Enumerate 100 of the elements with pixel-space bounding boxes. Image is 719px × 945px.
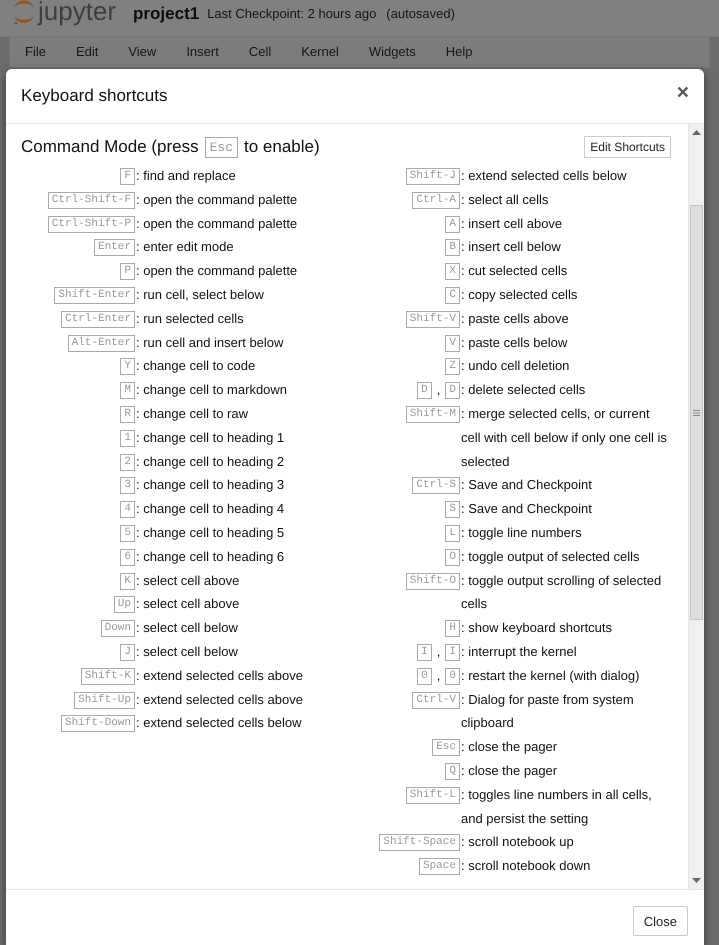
shortcut-description: : toggles line numbers in all cells, and persist the setting (461, 786, 652, 826)
shortcut-description: : interrupt the kernel (461, 644, 577, 659)
key-badge: Q (445, 762, 460, 780)
shortcut-description: : open the command palette (136, 192, 298, 207)
shortcut-description: : scroll notebook down (461, 858, 590, 874)
section-heading: Command Mode (press (21, 137, 199, 157)
shortcut-description: : change cell to heading 5 (136, 524, 284, 540)
key-badge: Shift-K (80, 668, 135, 685)
shortcut-description: : extend selected cells above (136, 692, 303, 707)
menu-item[interactable]: Kernel (286, 43, 354, 61)
shortcut-description: : enter edit mode (136, 239, 234, 254)
key-badge: Shift-O (406, 572, 460, 590)
key-separator: , (436, 668, 440, 683)
key-badge: Z (445, 358, 460, 376)
shortcut-description: : copy selected cells (461, 286, 578, 302)
key-badge: Ctrl-Enter (60, 310, 135, 328)
shortcut-description: : change cell to heading 3 (136, 477, 284, 492)
key-badge: P (120, 263, 135, 280)
key-badge: L (445, 525, 460, 542)
key-badge: Shift-J (406, 168, 460, 186)
key-badge: Esc (432, 739, 460, 756)
key-badge: B (445, 239, 460, 256)
key-badge: 0 (445, 668, 460, 685)
key-separator: , (436, 644, 440, 659)
menu-item[interactable]: Help (430, 43, 488, 61)
menu-item[interactable]: Edit (60, 43, 114, 61)
key-badge: D (445, 382, 460, 400)
shortcut-description: : delete selected cells (461, 382, 586, 398)
shortcut-description: : change cell to raw (136, 406, 248, 421)
shortcut-description: : undo cell deletion (461, 358, 570, 374)
key-badge: 6 (120, 548, 135, 566)
shortcut-description: : toggle output scrolling of selected cells (461, 572, 662, 612)
key-badge: I (417, 644, 432, 661)
shortcut-description: : merge selected cells, or current cell with cell below if only one cell is selected (461, 406, 667, 469)
shortcut-description: : cut selected cells (461, 263, 568, 278)
key-badge: V (445, 334, 460, 352)
edit-shortcuts-button[interactable]: Edit Shortcuts (584, 136, 671, 158)
shortcut-description: : change cell to heading 4 (136, 501, 284, 516)
key-badge: Ctrl-A (412, 192, 460, 209)
key-badge: M (120, 382, 135, 400)
key-badge: Shift-M (406, 406, 460, 424)
scrollbar[interactable] (688, 124, 704, 889)
key-badge: Y (120, 358, 135, 376)
shortcut-description: : Dialog for paste from system clipboard (461, 692, 634, 730)
key-badge: 1 (120, 430, 135, 447)
shortcut-description: : change cell to heading 6 (136, 548, 284, 564)
shortcut-description: : toggle line numbers (461, 524, 582, 540)
shortcut-description: : open the command palette (136, 216, 298, 231)
key-badge: I (445, 644, 460, 661)
key-badge: 3 (120, 477, 135, 494)
shortcut-description: : extend selected cells below (461, 168, 626, 183)
key-badge: Alt-Enter (68, 334, 135, 352)
shortcut-description: : select cell above (136, 572, 240, 588)
menu-item[interactable]: Widgets (354, 43, 431, 61)
shortcut-description: : run selected cells (136, 310, 244, 326)
key-badge: 4 (120, 501, 135, 518)
key-badge: Esc (204, 136, 238, 158)
checkpoint-status: Last Checkpoint: 2 hours ago (207, 6, 376, 21)
shortcut-description: : paste cells below (461, 334, 568, 350)
key-badge: Shift-L (406, 786, 460, 804)
shortcut-description: : Save and Checkpoint (461, 501, 592, 516)
key-badge: Ctrl-S (412, 477, 460, 494)
shortcut-description: : insert cell below (461, 239, 561, 254)
key-badge: Enter (94, 239, 135, 256)
scroll-up-icon[interactable] (692, 130, 701, 135)
menu-item[interactable]: Cell (234, 43, 286, 61)
key-badge: Shift-Down (60, 715, 135, 732)
key-badge: Down (100, 620, 135, 638)
scroll-thumb[interactable] (690, 205, 703, 620)
key-badge: 2 (120, 454, 135, 471)
close-button[interactable]: × (676, 82, 689, 102)
shortcut-description: : select cell above (136, 596, 240, 612)
key-badge: R (120, 406, 135, 424)
key-badge: Ctrl-V (412, 692, 460, 709)
key-separator: , (436, 382, 440, 398)
shortcut-description: : scroll notebook up (461, 834, 574, 850)
key-badge: X (445, 263, 460, 280)
key-badge: Ctrl-Shift-F (48, 192, 135, 209)
key-badge: Shift-Up (74, 692, 135, 709)
logo-text: jupyter (38, 0, 116, 24)
shortcut-description: : extend selected cells below (136, 715, 302, 730)
key-badge: F (120, 168, 135, 186)
shortcut-description: : change cell to heading 1 (136, 430, 284, 445)
notebook-name[interactable]: project1 (133, 4, 200, 24)
key-badge: A (445, 216, 460, 233)
shortcut-description: : run cell and insert below (136, 334, 284, 350)
shortcut-description: : toggle output of selected cells (461, 548, 640, 564)
key-badge: J (120, 644, 135, 661)
key-badge: Shift-V (406, 310, 460, 328)
shortcut-description: : extend selected cells above (136, 668, 303, 683)
dialog-title: Keyboard shortcuts (21, 86, 168, 106)
key-badge: C (445, 287, 460, 304)
close-dialog-button[interactable]: Close (632, 906, 688, 936)
menu-item[interactable]: Insert (171, 43, 234, 61)
menu-item[interactable]: File (10, 43, 61, 61)
key-badge: O (445, 548, 460, 566)
shortcut-description: : insert cell above (461, 216, 562, 231)
scroll-down-icon[interactable] (692, 878, 701, 883)
shortcut-description: : run cell, select below (136, 286, 264, 302)
menu-item[interactable]: View (113, 43, 172, 61)
